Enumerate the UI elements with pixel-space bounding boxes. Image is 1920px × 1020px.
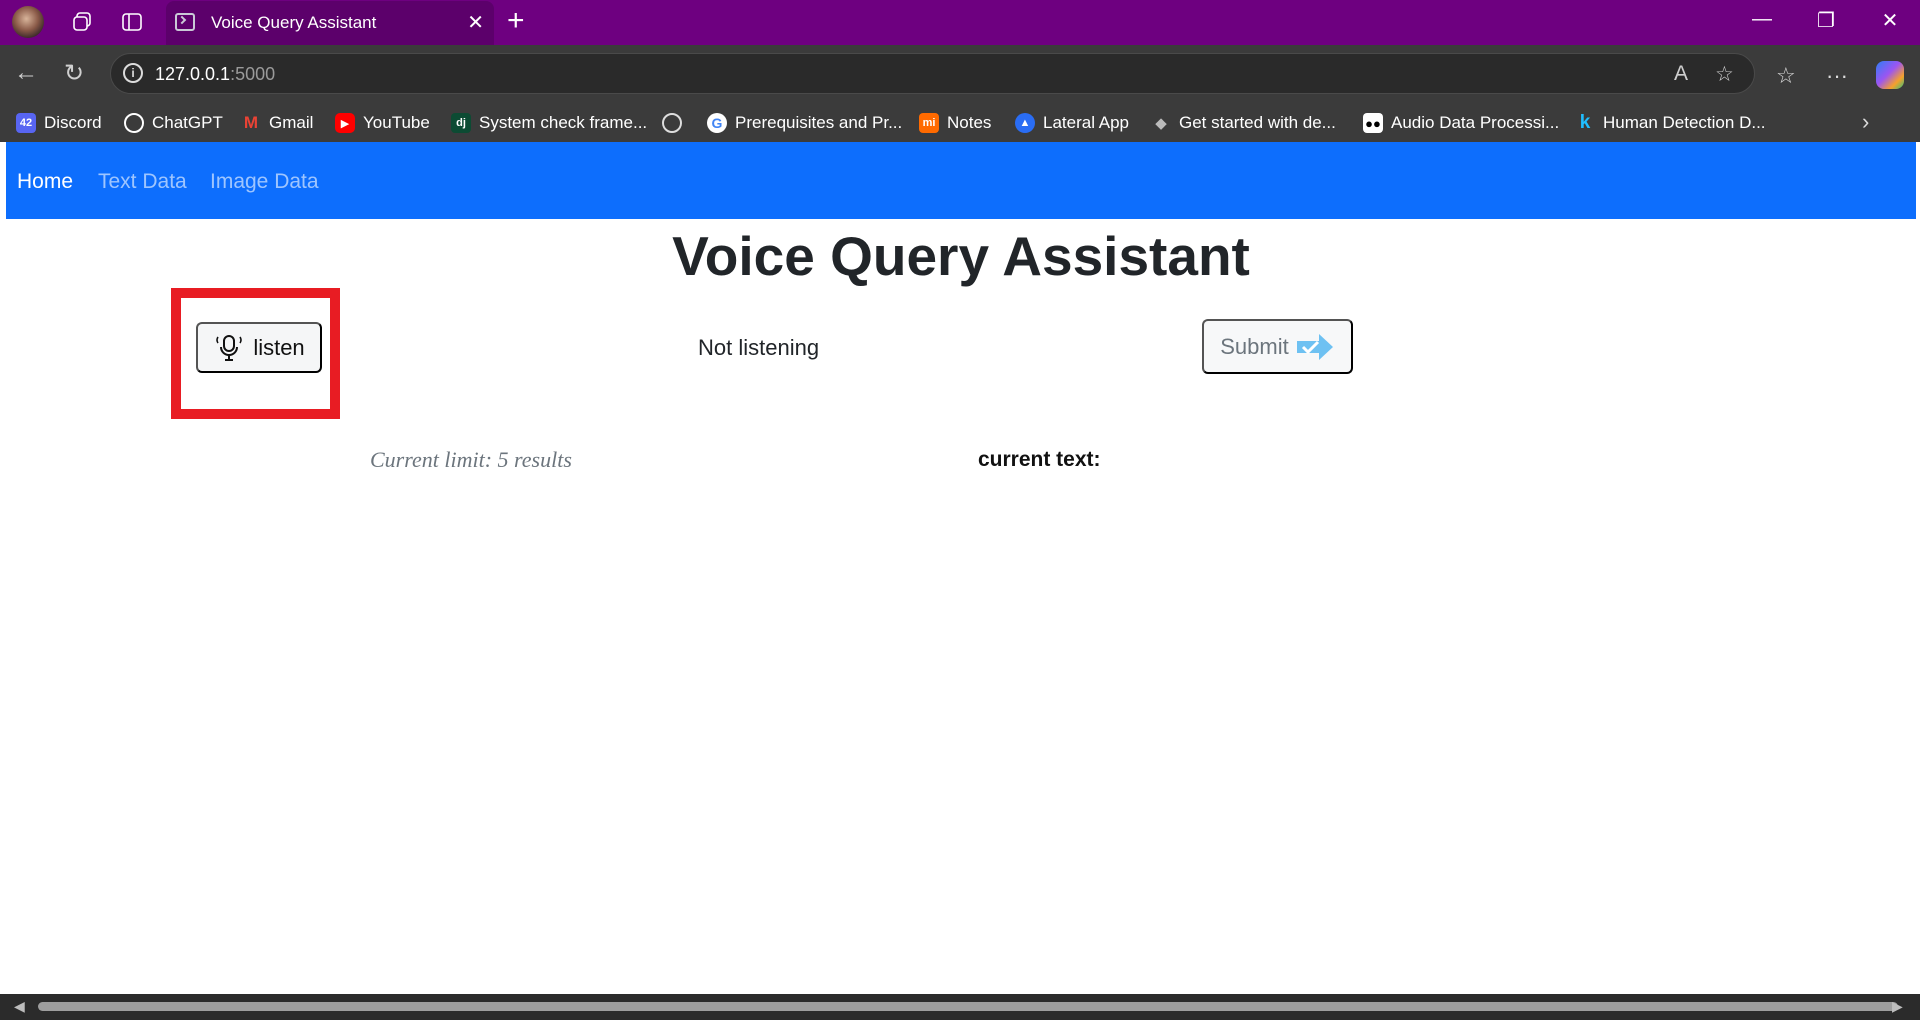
vertical-tabs-icon[interactable] [118,8,146,36]
medium-icon: ●● [1363,113,1383,133]
nav-text-data[interactable]: Text Data [98,170,187,194]
current-text-label: current text: [978,448,1101,471]
tab-voice-query-assistant[interactable]: Voice Query Assistant ✕ [166,1,494,45]
docker-icon: ◆ [1155,115,1167,132]
chevron-right-icon[interactable]: › [1862,109,1869,135]
youtube-icon: ▶ [335,113,355,133]
listen-label: listen [253,334,305,360]
bookmark-label: Gmail [269,113,314,132]
minimize-icon[interactable]: — [1742,8,1782,31]
favorite-star-icon[interactable]: ☆ [1715,62,1734,87]
bookmark-label: YouTube [363,113,430,132]
web-page: Home Text Data Image Data Voice Query As… [6,142,1916,994]
bookmark-gmail[interactable]: M Gmail [241,111,314,135]
browser-title-bar: Voice Query Assistant ✕ + — ❐ ✕ [0,0,1920,45]
submit-button[interactable]: Submit [1202,319,1353,374]
bookmark-human-detection[interactable]: k Human Detection D... [1575,111,1766,135]
chatgpt-icon [124,113,144,133]
scroll-left-icon[interactable]: ◀ [14,998,25,1015]
browser-toolbar: ← ↻ i 127.0.0.1:5000 A ☆ ☆ ··· [0,45,1920,105]
horizontal-scrollbar[interactable]: ◀ ▶ [0,994,1920,1020]
back-icon[interactable]: ← [14,59,38,87]
bookmarks-bar: 42 Discord ChatGPT M Gmail ▶ YouTube dj … [0,105,1920,142]
bookmark-label: Prerequisites and Pr... [735,113,903,132]
bookmark-youtube[interactable]: ▶ YouTube [335,111,430,135]
notes-icon: mi [919,113,939,133]
restore-icon[interactable]: ❐ [1806,8,1846,33]
profile-avatar[interactable] [12,6,44,38]
bookmark-globe[interactable] [662,111,690,135]
listening-status: Not listening [698,335,820,360]
site-info-icon[interactable]: i [123,63,143,83]
bookmark-lateral-app[interactable]: ▲ Lateral App [1015,111,1129,135]
arrow-check-icon [1296,333,1333,360]
microphone-icon [216,334,243,361]
site-navbar: Home Text Data Image Data [6,142,1916,219]
tab-title: Voice Query Assistant [211,13,377,32]
window-close-icon[interactable]: ✕ [1870,8,1910,33]
nav-home[interactable]: Home [17,170,73,194]
globe-icon [662,113,682,133]
google-icon: G [707,113,727,133]
discord-icon: 42 [16,113,36,133]
result-limit-text: Current limit: 5 results [370,447,572,472]
bookmark-docker[interactable]: ◆ Get started with de... [1151,111,1336,135]
page-title: Voice Query Assistant [672,225,1250,287]
bookmark-label: Lateral App [1043,113,1130,132]
refresh-icon[interactable]: ↻ [64,59,84,88]
bookmark-discord[interactable]: 42 Discord [16,111,102,135]
scrollbar-thumb[interactable] [38,1002,1898,1011]
submit-label: Submit [1220,333,1289,359]
read-aloud-icon[interactable]: A [1674,62,1688,86]
copilot-icon[interactable] [1876,61,1904,89]
django-icon: dj [451,113,471,133]
favorites-icon[interactable]: ☆ [1776,63,1796,89]
listen-button[interactable]: listen [196,322,322,373]
scroll-right-icon[interactable]: ▶ [1892,998,1903,1015]
kaggle-icon: k [1579,112,1591,133]
bookmark-django[interactable]: dj System check frame... [451,111,647,135]
bookmark-label: Human Detection D... [1603,113,1766,132]
bookmark-label: Get started with de... [1179,113,1336,132]
workspaces-icon[interactable] [68,8,96,36]
more-options-icon[interactable]: ··· [1826,63,1848,89]
address-bar[interactable]: i 127.0.0.1:5000 A ☆ [110,53,1755,94]
bookmark-label: Notes [947,113,992,132]
bookmark-label: Audio Data Processi... [1391,113,1560,132]
close-icon[interactable]: ✕ [467,10,484,35]
gmail-icon: M [243,113,259,132]
lateral-icon: ▲ [1015,113,1035,133]
bookmark-label: ChatGPT [152,113,223,132]
nav-image-data[interactable]: Image Data [210,170,319,194]
url-text: 127.0.0.1:5000 [155,64,276,84]
terminal-icon [175,13,195,31]
bookmark-chatgpt[interactable]: ChatGPT [124,111,223,135]
bookmark-label: Discord [44,113,102,132]
new-tab-button[interactable]: + [507,4,525,38]
bookmark-label: System check frame... [479,113,648,132]
bookmark-prerequisites[interactable]: G Prerequisites and Pr... [707,111,902,135]
bookmark-notes[interactable]: mi Notes [919,111,991,135]
bookmark-audio-data[interactable]: ●● Audio Data Processi... [1363,111,1559,135]
